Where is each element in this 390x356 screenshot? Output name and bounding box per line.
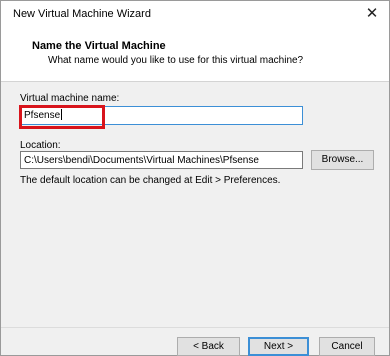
vm-name-value: Pfsense — [24, 110, 61, 121]
title-bar: New Virtual Machine Wizard ✕ — [1, 1, 389, 29]
close-icon[interactable]: ✕ — [361, 4, 383, 24]
wizard-header: Name the Virtual Machine What name would… — [1, 29, 389, 82]
browse-button[interactable]: Browse... — [311, 150, 374, 170]
location-hint: The default location can be changed at E… — [20, 175, 281, 186]
back-button[interactable]: < Back — [177, 337, 240, 356]
location-value: C:\Users\bendi\Documents\Virtual Machine… — [24, 155, 259, 166]
vm-name-label: Virtual machine name: — [20, 93, 120, 104]
location-input[interactable]: C:\Users\bendi\Documents\Virtual Machine… — [20, 151, 303, 169]
page-title: Name the Virtual Machine — [32, 40, 166, 52]
location-label: Location: — [20, 140, 61, 151]
wizard-window: New Virtual Machine Wizard ✕ Name the Vi… — [0, 0, 390, 356]
next-button[interactable]: Next > — [248, 337, 309, 356]
text-caret — [61, 109, 63, 120]
cancel-button[interactable]: Cancel — [319, 337, 375, 356]
window-title: New Virtual Machine Wizard — [13, 8, 151, 20]
vm-name-input[interactable]: Pfsense — [20, 106, 303, 125]
footer-divider — [1, 327, 389, 328]
page-subtitle: What name would you like to use for this… — [48, 55, 304, 66]
